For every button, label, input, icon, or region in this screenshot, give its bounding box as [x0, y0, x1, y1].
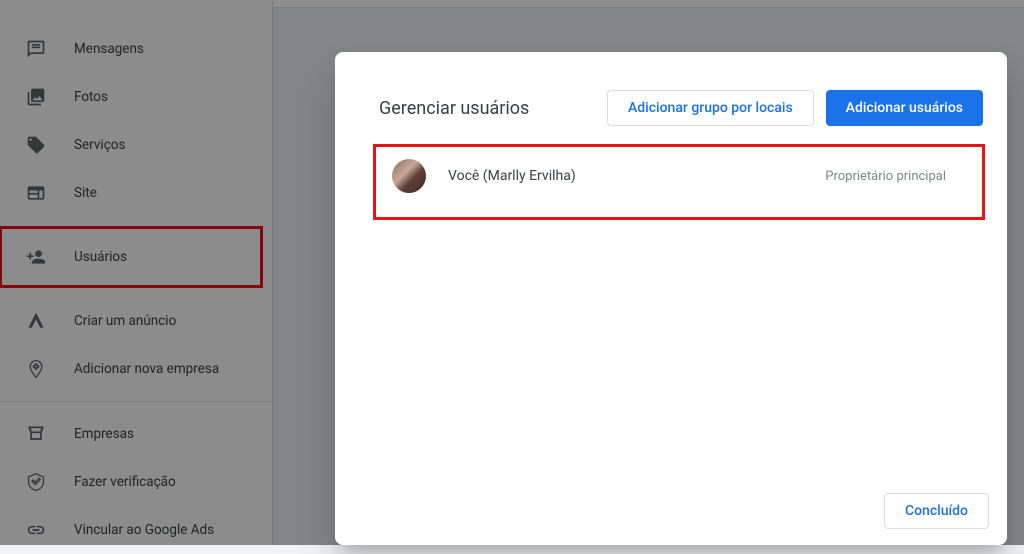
user-name: Você (Marlly Ervilha) — [448, 168, 825, 184]
manage-users-modal: Gerenciar usuários Adicionar grupo por l… — [335, 52, 1007, 545]
add-users-button[interactable]: Adicionar usuários — [826, 90, 983, 126]
done-button[interactable]: Concluído — [884, 493, 989, 529]
avatar — [392, 159, 426, 193]
modal-body — [335, 220, 1007, 481]
user-role: Proprietário principal — [825, 169, 946, 184]
user-list: Você (Marlly Ervilha) Proprietário princ… — [373, 144, 985, 220]
modal-header: Gerenciar usuários Adicionar grupo por l… — [335, 52, 1007, 144]
modal-footer: Concluído — [335, 481, 1007, 545]
user-row[interactable]: Você (Marlly Ervilha) Proprietário princ… — [392, 159, 966, 193]
modal-title: Gerenciar usuários — [379, 98, 595, 119]
add-group-by-location-button[interactable]: Adicionar grupo por locais — [607, 90, 814, 126]
